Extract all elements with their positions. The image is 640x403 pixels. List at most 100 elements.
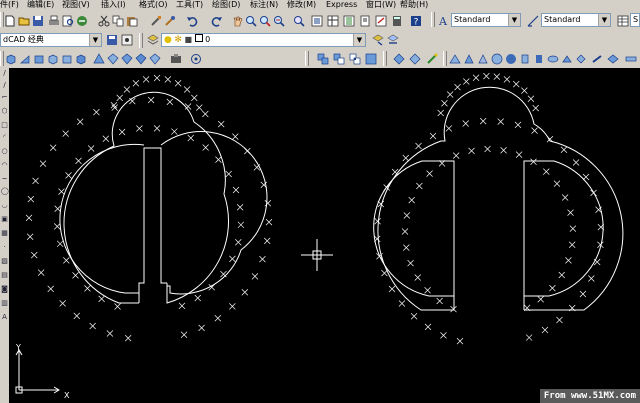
layer-manager-icon[interactable] xyxy=(146,33,159,46)
menu-dimension[interactable]: 标注(N) xyxy=(250,0,278,10)
zoom-previous-icon[interactable] xyxy=(272,14,285,27)
markup-icon[interactable] xyxy=(374,14,387,27)
torus-solid-icon[interactable] xyxy=(546,52,559,65)
pan-icon[interactable] xyxy=(230,14,243,27)
menu-edit[interactable]: 编辑(E) xyxy=(27,0,54,10)
make-current-icon[interactable] xyxy=(371,33,384,46)
pyramid-icon[interactable] xyxy=(92,52,105,65)
gradient-icon[interactable]: ▤ xyxy=(1,272,8,279)
spline-icon[interactable]: ~ xyxy=(1,176,8,183)
menu-format[interactable]: 格式(O) xyxy=(139,0,168,10)
sphere-dark-icon[interactable] xyxy=(504,52,517,65)
cone-icon[interactable] xyxy=(32,52,45,65)
sun-icon[interactable]: ✻ xyxy=(174,35,182,45)
cut-icon[interactable] xyxy=(97,14,110,27)
open-icon[interactable] xyxy=(17,14,30,27)
lock-icon[interactable]: ■ xyxy=(185,35,193,44)
insert-block-icon[interactable]: ▣ xyxy=(1,216,8,223)
table-icon[interactable]: ▥ xyxy=(1,300,8,307)
match-prop-icon[interactable] xyxy=(149,14,162,27)
table-style-combo[interactable]: S xyxy=(630,13,640,27)
text-style-icon[interactable]: A xyxy=(436,14,449,27)
zoom-extents-icon[interactable] xyxy=(292,14,305,27)
arc-icon[interactable]: ◜ xyxy=(1,134,8,141)
left-outer-profile[interactable] xyxy=(63,91,229,304)
layer-previous-icon[interactable] xyxy=(386,33,399,46)
chevron-down-icon[interactable]: ▼ xyxy=(598,14,610,26)
region-icon[interactable]: ◙ xyxy=(1,286,8,293)
right-inner-profile[interactable] xyxy=(373,160,604,310)
torus-icon[interactable] xyxy=(74,52,87,65)
lightbulb-icon[interactable]: ● xyxy=(164,35,172,45)
revcloud-icon[interactable]: ◠ xyxy=(1,162,8,169)
menu-insert[interactable]: 插入(I) xyxy=(101,0,126,10)
ellipse-icon[interactable]: ◯ xyxy=(1,188,9,195)
planar-surface-icon[interactable] xyxy=(120,52,133,65)
circle-icon[interactable]: ○ xyxy=(1,148,8,155)
right-outer-profile[interactable] xyxy=(377,86,624,311)
paste-icon[interactable] xyxy=(125,14,138,27)
cylinder-icon[interactable] xyxy=(60,52,73,65)
copy-icon[interactable] xyxy=(111,14,124,27)
zoom-realtime-icon[interactable] xyxy=(244,14,257,27)
sweep-icon[interactable] xyxy=(169,52,182,65)
polygon-icon[interactable]: ⬡ xyxy=(1,108,8,115)
workspace-settings-icon[interactable] xyxy=(120,33,133,46)
subtract-icon[interactable] xyxy=(332,52,345,65)
extrude-icon[interactable] xyxy=(134,52,147,65)
cylinder-dark-icon[interactable] xyxy=(532,52,545,65)
toolbar-grip[interactable] xyxy=(443,51,447,66)
menu-file[interactable]: 件(F) xyxy=(0,0,19,10)
loft-icon[interactable] xyxy=(560,52,573,65)
publish-icon[interactable] xyxy=(75,14,88,27)
menu-view[interactable]: 视图(V) xyxy=(62,0,90,10)
helix-icon[interactable] xyxy=(106,52,119,65)
box-icon[interactable] xyxy=(4,52,17,65)
revolve-icon[interactable] xyxy=(189,52,202,65)
view-iso-icon[interactable] xyxy=(408,52,421,65)
presspull-icon[interactable] xyxy=(148,52,161,65)
chevron-down-icon[interactable]: ▼ xyxy=(508,14,520,26)
menu-window[interactable]: 窗口(W) xyxy=(366,0,396,10)
properties-icon[interactable] xyxy=(310,14,323,27)
text-style-combo[interactable]: Standard ▼ xyxy=(451,13,521,27)
orbit-icon[interactable] xyxy=(425,52,438,65)
drawing-canvas[interactable]: Y X From www.51MX.com xyxy=(9,68,640,403)
wedge-icon[interactable] xyxy=(18,52,31,65)
dim-style-icon[interactable] xyxy=(526,14,539,27)
rectangle-icon[interactable]: □ xyxy=(1,122,8,129)
xline-icon[interactable]: / xyxy=(1,82,8,89)
view-front-icon[interactable] xyxy=(392,52,405,65)
section-icon[interactable] xyxy=(590,52,603,65)
workspace-combo[interactable]: dCAD 经典 ▼ xyxy=(0,33,102,47)
left-inner-profile[interactable] xyxy=(59,131,268,295)
solid-icons[interactable] xyxy=(462,52,475,65)
thicken-icon[interactable] xyxy=(624,52,637,65)
tool-palettes-icon[interactable] xyxy=(342,14,355,27)
sphere-solid-icon[interactable] xyxy=(490,52,503,65)
print-icon[interactable] xyxy=(47,14,60,27)
toolbar-grip[interactable] xyxy=(431,12,435,27)
menu-draw[interactable]: 绘图(D) xyxy=(212,0,240,10)
polyline-icon[interactable]: ⌐ xyxy=(1,94,8,101)
mtext-icon[interactable]: A xyxy=(1,314,8,321)
design-center-icon[interactable] xyxy=(326,14,339,27)
new-icon[interactable] xyxy=(3,14,16,27)
point-icon[interactable]: · xyxy=(1,244,8,251)
flatshot-icon[interactable] xyxy=(606,52,619,65)
calculator-icon[interactable] xyxy=(390,14,403,27)
hatch-icon[interactable]: ▨ xyxy=(1,258,8,265)
table-style-icon[interactable] xyxy=(616,14,629,27)
toolbar-grip[interactable] xyxy=(139,33,143,48)
cone-solid-icon[interactable] xyxy=(476,52,489,65)
slice-icon[interactable] xyxy=(574,52,587,65)
undo-icon[interactable] xyxy=(185,14,198,27)
menu-help[interactable]: 帮助(H) xyxy=(400,0,428,10)
layer-combo[interactable]: ● ✻ ■ 0 ▼ xyxy=(161,33,366,47)
toolbar-grip[interactable] xyxy=(383,51,387,66)
chevron-down-icon[interactable]: ▼ xyxy=(353,34,365,46)
workspace-save-icon[interactable] xyxy=(105,33,118,46)
toolbar-grip[interactable] xyxy=(305,51,309,66)
intersect-icon[interactable] xyxy=(348,52,361,65)
redo-icon[interactable] xyxy=(210,14,223,27)
